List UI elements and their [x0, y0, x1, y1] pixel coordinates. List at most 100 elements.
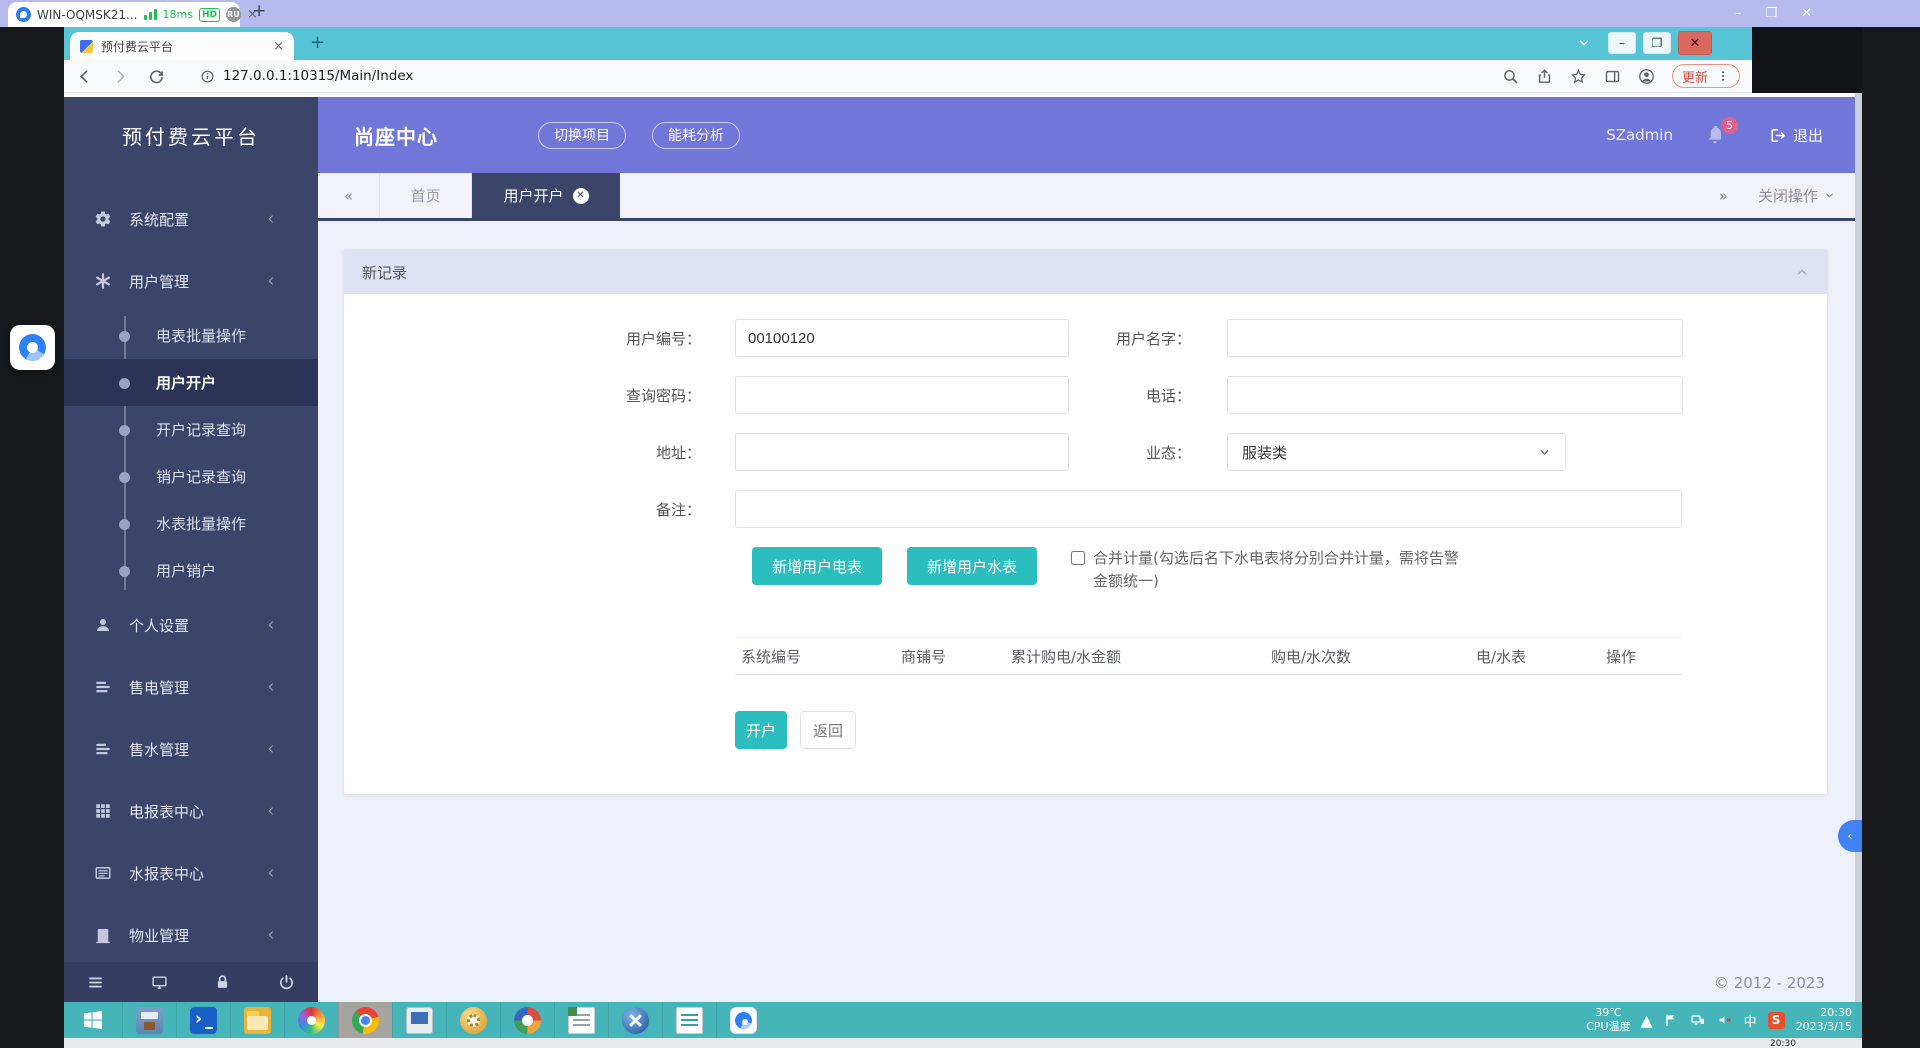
sidebar-subitem-1-1[interactable]: 用户开户	[64, 359, 318, 406]
new-tab-button[interactable]: +	[310, 32, 325, 53]
user-no-input[interactable]	[735, 319, 1069, 357]
copyright-footer: © 2012 - 2023	[1714, 974, 1825, 992]
volume-muted-icon[interactable]	[1717, 1012, 1733, 1028]
server-manager-taskbar-icon[interactable]	[122, 1002, 176, 1038]
chevron-left-icon	[265, 275, 277, 287]
browser-update-button[interactable]: 更新	[1672, 64, 1740, 88]
sidebar-item-2[interactable]: 个人设置	[64, 594, 318, 656]
window-minimize-button[interactable]: –	[1608, 32, 1636, 54]
sidebar-subitem-1-0[interactable]: 电表批量操作	[64, 312, 318, 359]
chrome-taskbar-icon[interactable]	[338, 1002, 392, 1038]
powershell-taskbar-icon[interactable]	[176, 1002, 230, 1038]
signal-bars-icon	[144, 9, 157, 20]
sidebar-subitem-1-3[interactable]: 销户记录查询	[64, 453, 318, 500]
info-icon[interactable]	[200, 69, 215, 84]
network-status-icon[interactable]	[1690, 1012, 1706, 1028]
back-button[interactable]: 返回	[800, 711, 856, 749]
merge-metering-checkbox[interactable]	[1071, 551, 1085, 565]
notepad-taskbar-icon[interactable]	[554, 1002, 608, 1038]
zoom-icon[interactable]	[1502, 68, 1519, 85]
bookmark-star-icon[interactable]	[1570, 68, 1587, 85]
menu-dots-icon[interactable]	[1716, 69, 1730, 83]
chevron-down-icon	[1824, 190, 1835, 201]
tabs-scroll-left-icon[interactable]: «	[318, 173, 380, 218]
browser-tab[interactable]: 预付费云平台 ×	[70, 32, 294, 60]
sidebar-subitem-1-4[interactable]: 水表批量操作	[64, 500, 318, 547]
todesk-taskbar-icon[interactable]	[716, 1002, 770, 1038]
sidebar-item-5[interactable]: 电报表中心	[64, 780, 318, 842]
network-tool-icon	[514, 1007, 541, 1034]
sidebar-item-3[interactable]: 售电管理	[64, 656, 318, 718]
tabs-scroll-right-icon[interactable]: »	[1719, 187, 1728, 205]
monitor-icon[interactable]	[151, 974, 168, 991]
taskbar-clock[interactable]: 20:302023/3/15	[1796, 1006, 1852, 1035]
sidebar-subitem-1-2[interactable]: 开户记录查询	[64, 406, 318, 453]
phone-input[interactable]	[1227, 376, 1683, 414]
sidebar-item-0[interactable]: 系统配置	[64, 188, 318, 250]
todesk-icon	[730, 1007, 757, 1034]
chevron-down-icon[interactable]	[1577, 36, 1591, 50]
forward-icon[interactable]	[112, 68, 129, 85]
tab-close-icon[interactable]: ×	[273, 39, 284, 54]
energy-analysis-button[interactable]: 能耗分析	[652, 122, 740, 149]
sidebar-item-7[interactable]: 物业管理	[64, 904, 318, 966]
page-scrollbar[interactable]	[1855, 93, 1862, 1002]
host-close-button[interactable]: ✕	[1801, 6, 1812, 21]
display-tool-taskbar-icon[interactable]	[392, 1002, 446, 1038]
add-user-water-meter-button[interactable]: 新增用户水表	[907, 547, 1037, 585]
business-type-select[interactable]: 服装类	[1227, 433, 1566, 471]
menu-icon[interactable]	[87, 974, 104, 991]
host-session-tab[interactable]: WIN-OQMSK21... 18ms HD RU ×	[8, 2, 240, 27]
sidebar-item-6[interactable]: 水报表中心	[64, 842, 318, 904]
media-swirl-taskbar-icon[interactable]	[284, 1002, 338, 1038]
cpu-temp-label: 39℃CPU温度	[1586, 1006, 1630, 1034]
close-operations-dropdown[interactable]: 关闭操作	[1758, 185, 1835, 206]
gear-gold-taskbar-icon[interactable]	[446, 1002, 500, 1038]
remark-input[interactable]	[735, 490, 1682, 528]
collapse-panel-icon[interactable]	[1795, 265, 1809, 279]
todesk-floating-ball[interactable]	[10, 325, 55, 370]
tab-user-open-account[interactable]: 用户开户 ✕	[472, 173, 620, 218]
address-input[interactable]	[735, 433, 1069, 471]
tab-close-circle-icon[interactable]: ✕	[573, 188, 589, 204]
side-panel-icon[interactable]	[1604, 68, 1621, 85]
edge-slide-handle[interactable]: ‹	[1838, 820, 1862, 852]
sogou-input-icon[interactable]: S	[1768, 1012, 1785, 1029]
admin-tools-taskbar-icon[interactable]	[608, 1002, 662, 1038]
new-session-button[interactable]: +	[252, 1, 266, 21]
window-maximize-button[interactable]: ❐	[1643, 32, 1671, 54]
back-icon[interactable]	[76, 68, 93, 85]
open-account-button[interactable]: 开户	[735, 711, 787, 749]
power-icon[interactable]	[278, 974, 295, 991]
ime-indicator[interactable]: 中	[1744, 1011, 1757, 1030]
refresh-icon[interactable]	[148, 68, 165, 85]
hd-badge: HD	[199, 8, 220, 22]
lock-icon[interactable]	[214, 974, 231, 991]
network-tool-taskbar-icon[interactable]	[500, 1002, 554, 1038]
panel-body: 用户编号： 用户名字： 查询密码： 电话：	[344, 294, 1827, 794]
sidebar-item-1[interactable]: 用户管理	[64, 250, 318, 312]
sidebar-item-label: 售水管理	[129, 739, 265, 760]
tab-home[interactable]: 首页	[380, 173, 472, 218]
host-maximize-button[interactable]: ❐	[1766, 6, 1778, 21]
building-icon	[94, 926, 112, 944]
sidebar-item-4[interactable]: 售水管理	[64, 718, 318, 780]
profile-avatar-icon[interactable]	[1638, 68, 1655, 85]
logout-button[interactable]: 退出	[1769, 125, 1823, 146]
file-explorer-taskbar-icon[interactable]	[230, 1002, 284, 1038]
add-user-elec-meter-button[interactable]: 新增用户电表	[752, 547, 882, 585]
window-close-button[interactable]: ✕	[1678, 31, 1712, 55]
user-name-input[interactable]	[1227, 319, 1683, 357]
address-bar[interactable]: 127.0.0.1:10315/Main/Index	[200, 68, 413, 84]
switch-project-button[interactable]: 切换项目	[538, 122, 626, 149]
report-tool-taskbar-icon[interactable]	[662, 1002, 716, 1038]
host-minimize-button[interactable]: –	[1735, 6, 1742, 21]
notification-bell-icon[interactable]: 5	[1705, 125, 1725, 145]
start-button[interactable]	[64, 1002, 122, 1038]
tray-expand-icon[interactable]: ▲	[1642, 1015, 1652, 1025]
share-icon[interactable]	[1536, 68, 1553, 85]
action-center-flag-icon[interactable]	[1663, 1012, 1679, 1028]
query-password-input[interactable]	[735, 376, 1069, 414]
sidebar-subitem-1-5[interactable]: 用户销户	[64, 547, 318, 594]
grid-icon	[94, 802, 112, 820]
